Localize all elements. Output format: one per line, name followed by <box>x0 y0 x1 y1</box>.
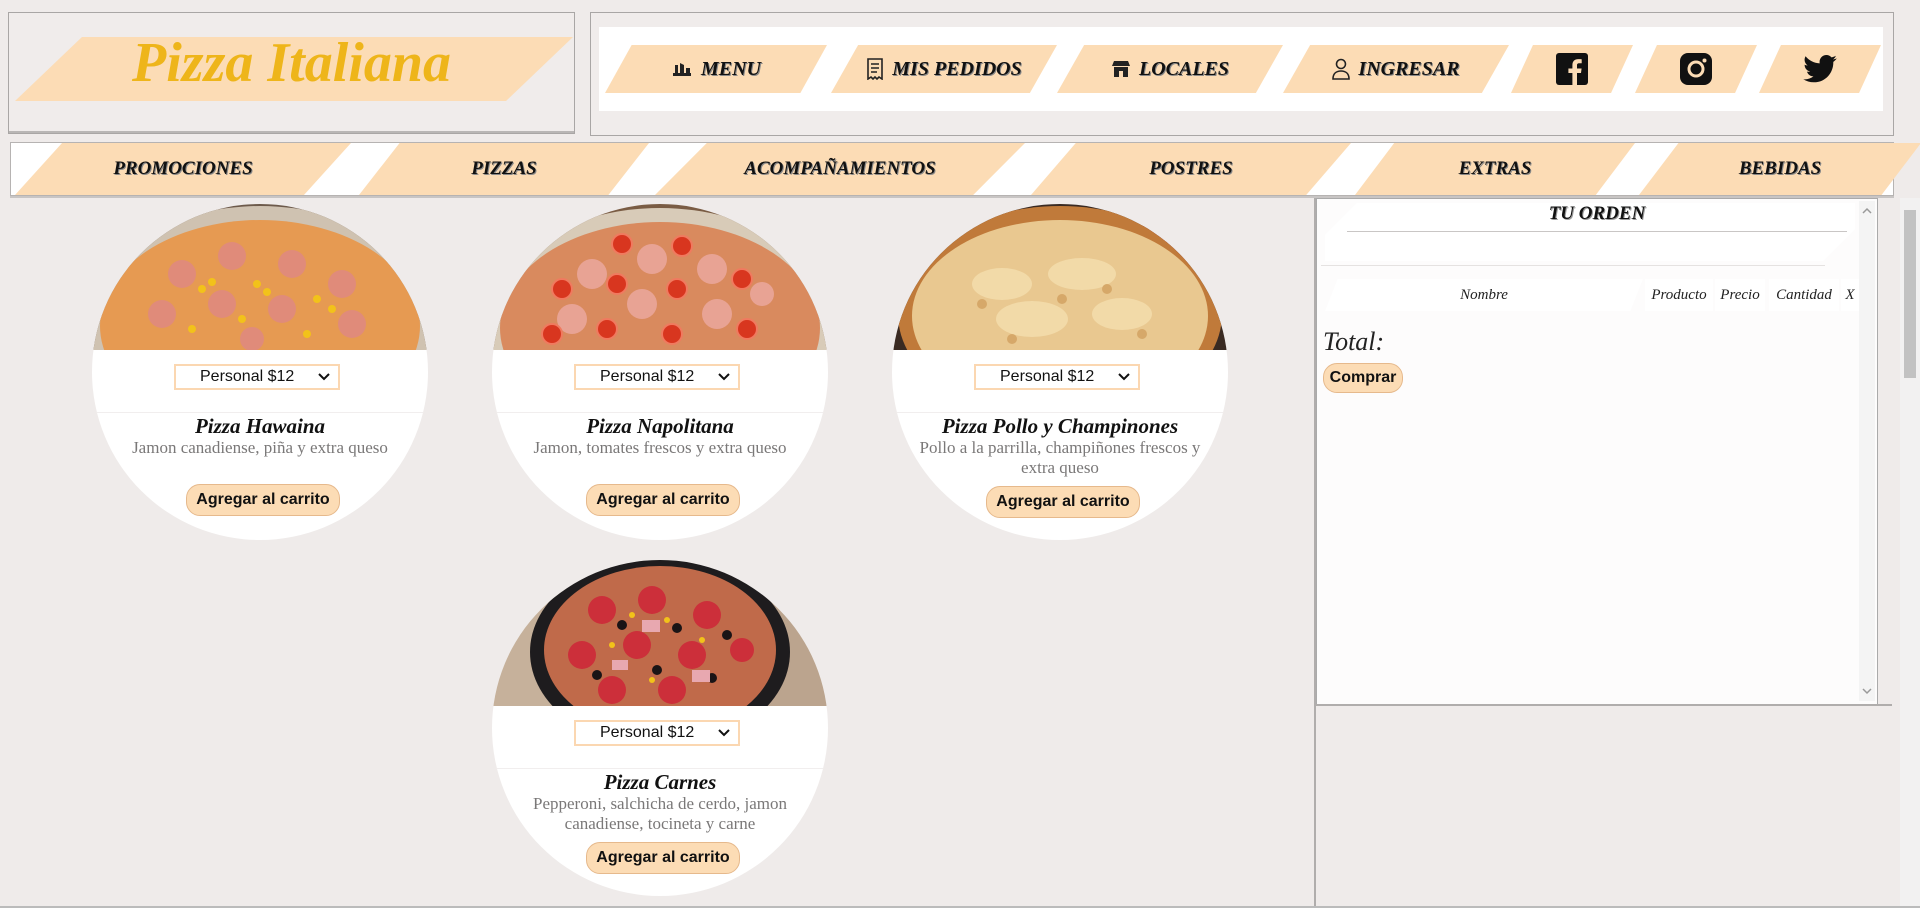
size-select-value: Personal $12 <box>600 724 695 741</box>
product-name: Pizza Carnes <box>603 770 717 794</box>
order-panel-bottom <box>1314 704 1892 706</box>
product-name: Pizza Pollo y Champinones <box>941 414 1179 438</box>
page-scrollbar[interactable] <box>1900 198 1920 908</box>
add-to-cart-button[interactable]: Agregar al carrito <box>186 484 340 516</box>
top-nav: MENU MIS PEDIDOS LOCALES INGRESAR <box>590 12 1894 136</box>
product-description: Pollo a la parrilla, champiñones frescos… <box>919 438 1201 477</box>
category-label: ACOMPAÑAMIENTOS <box>744 158 936 179</box>
divider <box>92 412 428 413</box>
nav-label: MIS PEDIDOS <box>892 57 1022 80</box>
column-header-remove: X <box>1841 279 1859 311</box>
user-icon <box>1332 58 1351 80</box>
order-panel: TU ORDEN Nombre Producto Precio Cantidad… <box>1316 198 1878 705</box>
category-acompanamientos[interactable]: ACOMPAÑAMIENTOS <box>655 143 1025 195</box>
page-scrollbar-thumb[interactable] <box>1904 210 1916 378</box>
product-description: Jamon canadiense, piña y extra queso <box>132 438 388 457</box>
product-card-hawaina: Personal $12 Pizza Hawaina Jamon canadie… <box>92 204 428 540</box>
fork-knife-icon <box>672 63 691 76</box>
chevron-down-icon <box>1118 373 1130 381</box>
category-label: PIZZAS <box>471 158 537 179</box>
add-to-cart-button[interactable]: Agregar al carrito <box>586 484 740 516</box>
order-divider <box>1321 265 1825 266</box>
order-scrollbar[interactable] <box>1859 201 1875 701</box>
logo-box: Pizza Italiana <box>8 12 575 134</box>
pizza-hawaina-image <box>92 204 428 350</box>
buy-button[interactable]: Comprar <box>1323 363 1403 393</box>
pizza-pollo-image <box>892 204 1228 350</box>
category-extras[interactable]: EXTRAS <box>1355 143 1635 195</box>
nav-label: LOCALES <box>1138 57 1230 80</box>
nav-item-locales[interactable]: LOCALES <box>1057 45 1283 93</box>
category-label: POSTRES <box>1149 158 1233 179</box>
nav-label: MENU <box>700 57 761 80</box>
nav-item-ingresar[interactable]: INGRESAR <box>1283 45 1509 93</box>
product-name: Pizza Hawaina <box>194 414 326 438</box>
product-description: Jamon, tomates frescos y extra queso <box>533 438 787 457</box>
category-pizzas[interactable]: PIZZAS <box>359 143 649 195</box>
size-select-value: Personal $12 <box>200 368 295 385</box>
order-divider <box>1347 231 1847 232</box>
category-postres[interactable]: POSTRES <box>1031 143 1351 195</box>
column-header-precio: Precio <box>1715 279 1765 311</box>
size-select[interactable]: Personal $12 <box>174 364 340 390</box>
column-header-producto: Producto <box>1645 279 1713 311</box>
nav-item-mis-pedidos[interactable]: MIS PEDIDOS <box>831 45 1057 93</box>
twitter-link[interactable] <box>1759 45 1881 93</box>
scroll-up-icon[interactable] <box>1859 205 1875 217</box>
instagram-icon <box>1680 53 1712 85</box>
product-card-napolitana: Personal $12 Pizza Napolitana Jamon, tom… <box>492 204 828 540</box>
top-nav-inner: MENU MIS PEDIDOS LOCALES INGRESAR <box>599 27 1883 111</box>
chevron-down-icon <box>718 729 730 737</box>
product-card-carnes: Personal $12 Pizza Carnes Pepperoni, sal… <box>492 560 828 896</box>
brand-logo[interactable]: Pizza Italiana <box>9 31 574 95</box>
product-card-pollo-champinones: Personal $12 Pizza Pollo y Champinones P… <box>892 204 1228 540</box>
divider <box>492 412 828 413</box>
column-header-nombre: Nombre <box>1325 279 1643 311</box>
size-select-value: Personal $12 <box>600 368 695 385</box>
size-select[interactable]: Personal $12 <box>574 720 740 746</box>
pizza-carnes-image <box>492 560 828 706</box>
divider <box>892 412 1228 413</box>
store-icon <box>1111 61 1130 77</box>
category-label: EXTRAS <box>1458 158 1532 179</box>
order-total-label: Total: <box>1323 327 1385 356</box>
facebook-icon <box>1556 53 1588 85</box>
receipt-icon <box>867 58 884 80</box>
divider <box>492 768 828 769</box>
order-title: TU ORDEN <box>1548 203 1646 224</box>
size-select[interactable]: Personal $12 <box>574 364 740 390</box>
size-select[interactable]: Personal $12 <box>974 364 1140 390</box>
facebook-link[interactable] <box>1511 45 1633 93</box>
chevron-down-icon <box>718 373 730 381</box>
instagram-link[interactable] <box>1635 45 1757 93</box>
twitter-icon <box>1803 55 1837 83</box>
add-to-cart-button[interactable]: Agregar al carrito <box>986 486 1140 518</box>
add-to-cart-button[interactable]: Agregar al carrito <box>586 842 740 874</box>
category-bebidas[interactable]: BEBIDAS <box>1639 143 1920 195</box>
nav-label: INGRESAR <box>1358 57 1460 80</box>
size-select-value: Personal $12 <box>1000 368 1095 385</box>
product-description: Pepperoni, salchicha de cerdo, jamon can… <box>533 794 787 833</box>
chevron-down-icon <box>318 373 330 381</box>
category-label: PROMOCIONES <box>113 158 253 179</box>
nav-item-menu[interactable]: MENU <box>605 45 827 93</box>
scroll-down-icon[interactable] <box>1859 685 1875 697</box>
category-label: BEBIDAS <box>1738 158 1822 179</box>
category-promociones[interactable]: PROMOCIONES <box>15 143 351 195</box>
category-bar: PROMOCIONES PIZZAS ACOMPAÑAMIENTOS POSTR… <box>10 142 1920 196</box>
column-header-cantidad: Cantidad <box>1769 279 1839 311</box>
product-name: Pizza Napolitana <box>586 414 734 438</box>
pizza-napolitana-image <box>492 204 828 350</box>
